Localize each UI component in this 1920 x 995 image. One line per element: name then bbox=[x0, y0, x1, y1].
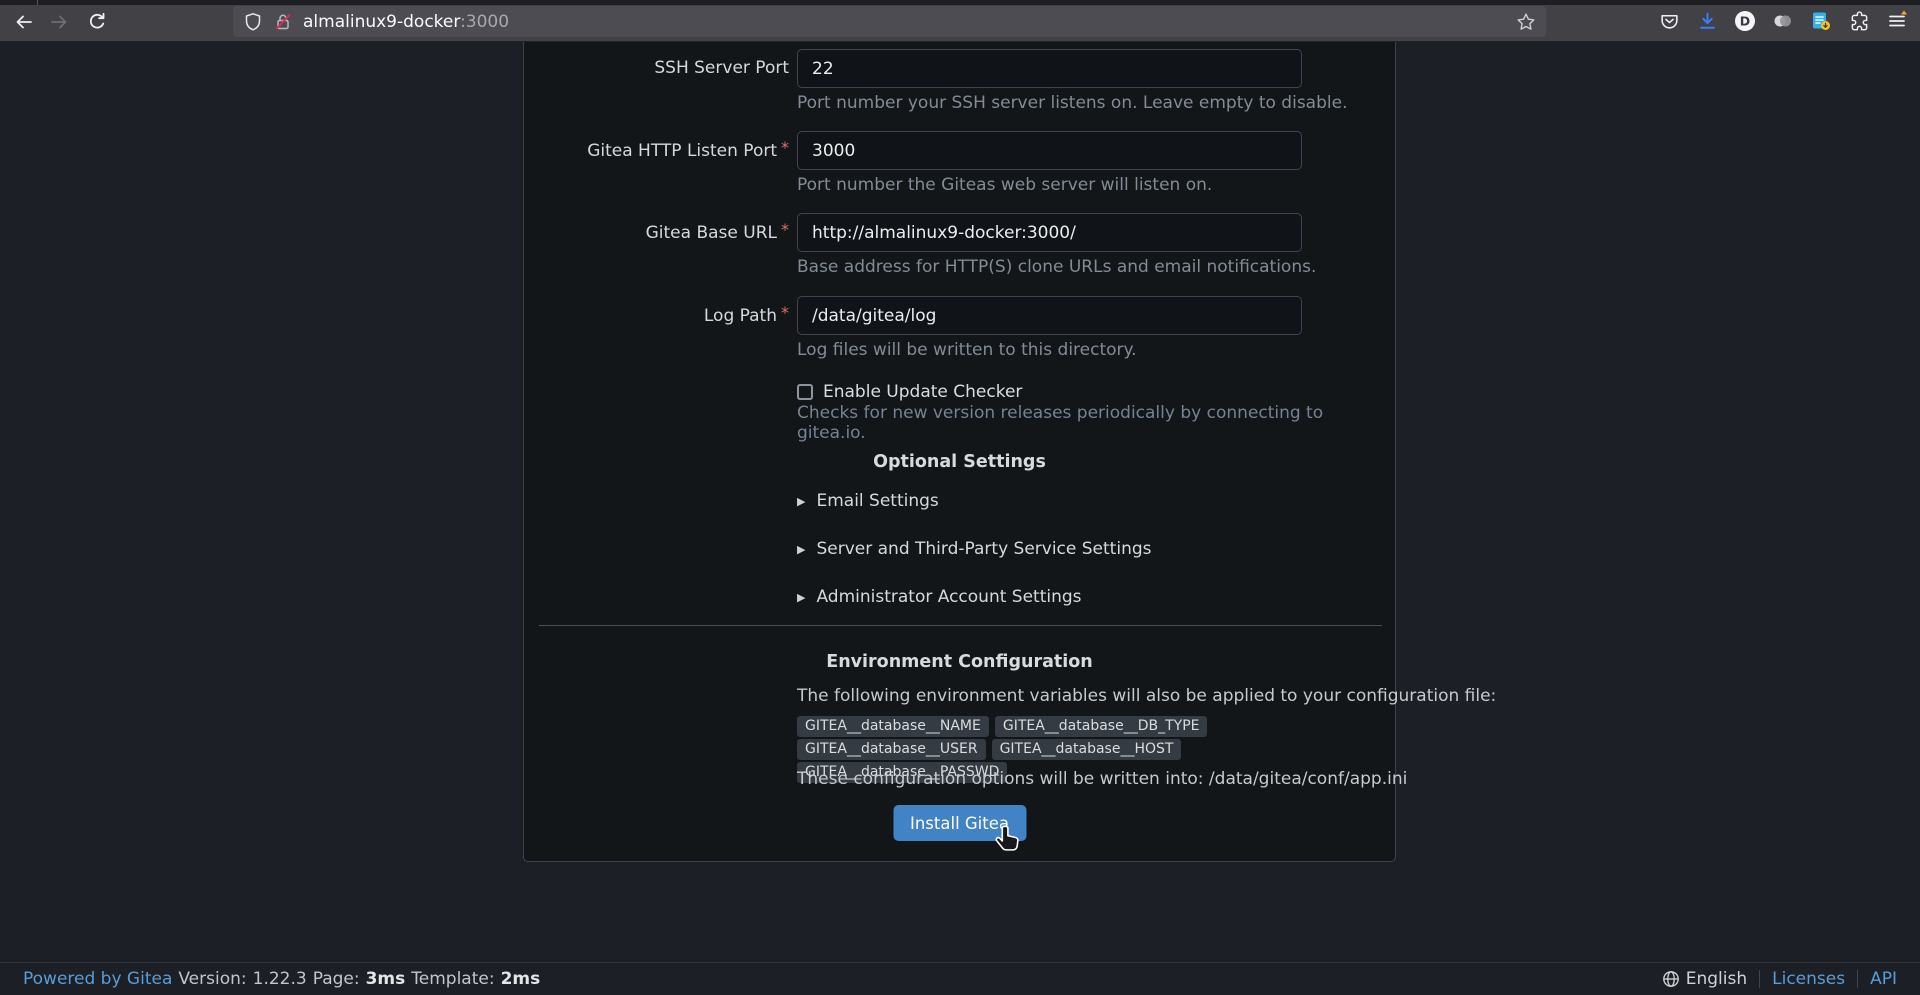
extension-circles-button[interactable] bbox=[1772, 10, 1794, 32]
collapsible-label: Administrator Account Settings bbox=[816, 587, 1081, 607]
collapsible-admin-settings[interactable]: ▶ Administrator Account Settings bbox=[797, 587, 1082, 607]
downloads-icon bbox=[1697, 11, 1718, 32]
field-help: Port number your SSH server listens on. … bbox=[797, 93, 1347, 113]
update-badge-icon bbox=[1901, 11, 1907, 15]
install-form-panel: SSH Server Port Port number your SSH ser… bbox=[523, 42, 1396, 862]
env-var-badge: GITEA__database__USER bbox=[797, 739, 986, 760]
pocket-button[interactable] bbox=[1658, 10, 1680, 32]
template-time-value: 2ms bbox=[501, 969, 541, 989]
translate-doc-icon bbox=[1810, 10, 1832, 32]
chevron-right-icon: ▶ bbox=[797, 591, 805, 604]
forward-button[interactable] bbox=[44, 7, 74, 37]
required-asterisk: * bbox=[781, 138, 789, 157]
tracking-shield-icon[interactable] bbox=[243, 12, 263, 32]
env-config-heading: Environment Configuration bbox=[524, 652, 1395, 672]
bookmark-star-icon[interactable] bbox=[1516, 12, 1536, 32]
footer-separator bbox=[1857, 970, 1858, 988]
footer-left: Powered by Gitea Version: 1.22.3 Page: 3… bbox=[23, 969, 540, 989]
label-text: Gitea HTTP Listen Port bbox=[587, 141, 777, 161]
browser-toolbar: almalinux9-docker:3000 D bbox=[0, 0, 1920, 42]
forward-icon bbox=[49, 12, 69, 32]
svg-text:D: D bbox=[1740, 14, 1750, 29]
insecure-lock-icon[interactable] bbox=[273, 12, 293, 32]
footer: Powered by Gitea Version: 1.22.3 Page: 3… bbox=[0, 962, 1920, 995]
reload-icon bbox=[87, 12, 107, 32]
field-help: Base address for HTTP(S) clone URLs and … bbox=[797, 257, 1316, 277]
extension-d-icon: D bbox=[1734, 10, 1756, 32]
required-asterisk: * bbox=[781, 220, 789, 239]
extension-circles-icon bbox=[1772, 10, 1794, 32]
back-button[interactable] bbox=[9, 7, 39, 37]
field-label: Gitea HTTP Listen Port* bbox=[524, 131, 789, 170]
powered-by-gitea-link[interactable]: Powered by Gitea bbox=[23, 969, 172, 989]
chevron-right-icon: ▶ bbox=[797, 495, 805, 508]
chevron-right-icon: ▶ bbox=[797, 543, 805, 556]
page-time-label: Page: bbox=[313, 969, 360, 989]
env-intro-text: The following environment variables will… bbox=[797, 686, 1496, 706]
menu-icon bbox=[1886, 10, 1908, 32]
page-content: SSH Server Port Port number your SSH ser… bbox=[0, 42, 1920, 962]
extension-d-button[interactable]: D bbox=[1734, 10, 1756, 32]
collapsible-email-settings[interactable]: ▶ Email Settings bbox=[797, 491, 939, 511]
tab-strip bbox=[0, 0, 1920, 5]
field-label: Log Path* bbox=[524, 296, 789, 335]
section-divider bbox=[539, 625, 1382, 626]
version-label: Version: bbox=[178, 969, 246, 989]
collapsible-label: Server and Third-Party Service Settings bbox=[816, 539, 1151, 559]
update-checker-help: Checks for new version releases periodic… bbox=[797, 403, 1395, 443]
url-text: almalinux9-docker:3000 bbox=[303, 12, 509, 32]
field-label: Gitea Base URL* bbox=[524, 213, 789, 252]
page-time-value: 3ms bbox=[366, 969, 406, 989]
footer-right: English Licenses API bbox=[1662, 969, 1897, 989]
menu-button[interactable] bbox=[1886, 10, 1908, 32]
required-asterisk: * bbox=[781, 303, 789, 322]
log-path-input[interactable] bbox=[797, 296, 1302, 335]
update-checker-label: Enable Update Checker bbox=[823, 382, 1022, 402]
env-var-badge: GITEA__database__HOST bbox=[992, 739, 1182, 760]
language-menu[interactable]: English bbox=[1662, 969, 1747, 989]
translate-doc-button[interactable] bbox=[1810, 10, 1832, 32]
extensions-puzzle-icon bbox=[1849, 11, 1870, 32]
label-text: SSH Server Port bbox=[654, 58, 789, 78]
env-var-badge: GITEA__database__DB_TYPE bbox=[995, 716, 1208, 737]
field-help: Log files will be written to this direct… bbox=[797, 340, 1137, 360]
update-checker-row[interactable]: Enable Update Checker bbox=[797, 382, 1022, 402]
collapsible-server-settings[interactable]: ▶ Server and Third-Party Service Setting… bbox=[797, 539, 1152, 559]
base-url-input[interactable] bbox=[797, 213, 1302, 252]
pocket-icon bbox=[1659, 11, 1680, 32]
language-label: English bbox=[1686, 969, 1747, 989]
field-label: SSH Server Port bbox=[524, 49, 789, 88]
collapsible-label: Email Settings bbox=[816, 491, 938, 511]
globe-icon bbox=[1662, 970, 1680, 988]
version-value: 1.22.3 bbox=[253, 969, 307, 989]
update-checker-checkbox[interactable] bbox=[797, 384, 813, 400]
label-text: Gitea Base URL bbox=[646, 223, 777, 243]
tab-edge bbox=[37, 0, 38, 5]
url-host: almalinux9-docker bbox=[303, 12, 460, 32]
optional-settings-heading: Optional Settings bbox=[524, 452, 1395, 472]
downloads-button[interactable] bbox=[1696, 10, 1718, 32]
env-outro-text: These configuration options will be writ… bbox=[797, 769, 1407, 789]
extensions-puzzle-button[interactable] bbox=[1848, 10, 1870, 32]
template-time-label: Template: bbox=[411, 969, 494, 989]
ssh-server-port-input[interactable] bbox=[797, 49, 1302, 88]
label-text: Log Path bbox=[704, 306, 777, 326]
licenses-link[interactable]: Licenses bbox=[1772, 969, 1845, 989]
footer-separator bbox=[1759, 970, 1760, 988]
api-link[interactable]: API bbox=[1870, 969, 1897, 989]
back-icon bbox=[14, 12, 34, 32]
env-var-badge: GITEA__database__NAME bbox=[797, 716, 989, 737]
toolbar-extensions-area: D bbox=[1658, 5, 1916, 37]
install-gitea-button[interactable]: Install Gitea bbox=[893, 805, 1026, 841]
reload-button[interactable] bbox=[82, 7, 112, 37]
url-bar[interactable]: almalinux9-docker:3000 bbox=[233, 6, 1546, 37]
field-help: Port number the Giteas web server will l… bbox=[797, 175, 1212, 195]
url-port: :3000 bbox=[460, 12, 509, 32]
http-listen-port-input[interactable] bbox=[797, 131, 1302, 170]
